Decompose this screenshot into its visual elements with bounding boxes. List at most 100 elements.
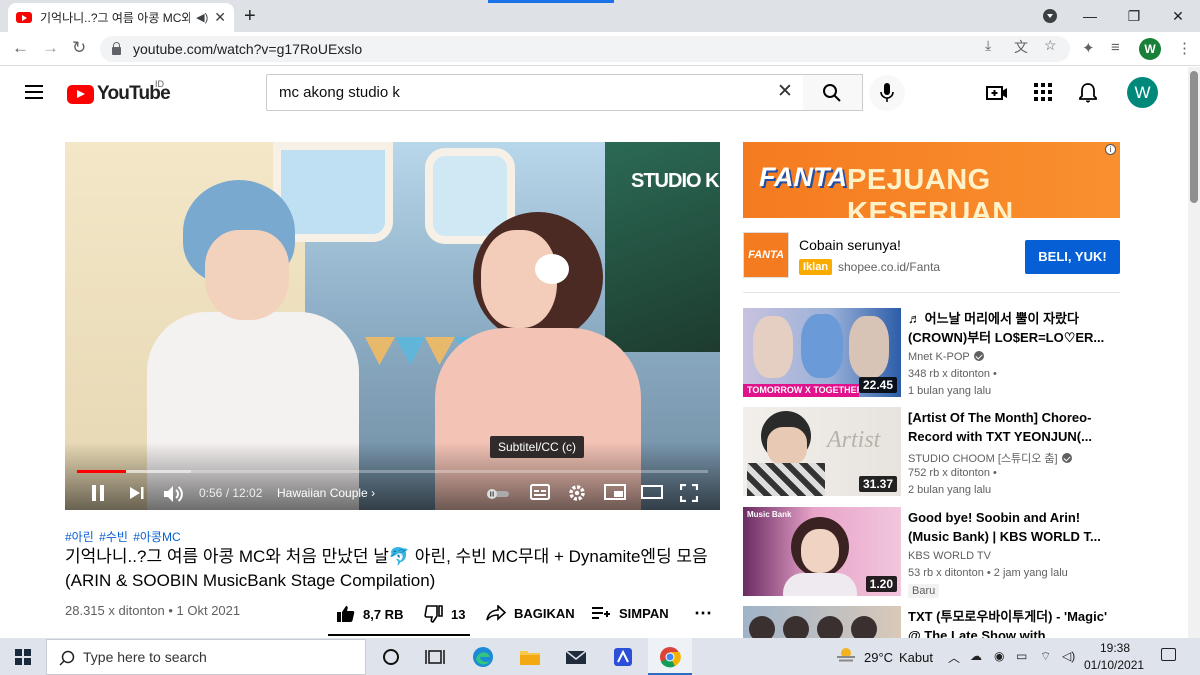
install-app-icon[interactable]: ⤓ [985,37,991,54]
taskbar-search-box[interactable]: Type here to search [46,639,366,675]
video-thumbnail[interactable] [743,606,901,638]
save-button[interactable]: SIMPAN [591,605,669,621]
translate-icon[interactable]: 文 [1014,37,1028,57]
like-button[interactable]: 8,7 RB [336,605,403,623]
video-player[interactable]: STUDIO K Subtitel/CC (c) 0:56 / 12:02 Ha… [65,142,720,510]
subtitles-tooltip: Subtitel/CC (c) [490,436,585,458]
ad-cta-button[interactable]: BELI, YUK! [1025,240,1120,274]
chapter-title[interactable]: Hawaiian Couple › [277,486,375,500]
like-count: 8,7 RB [363,606,404,622]
webcam-icon[interactable]: ◉ [994,649,1004,663]
apps-grid-icon[interactable] [1034,83,1052,101]
window-controls: — ❐ ✕ [1068,0,1200,32]
volume-icon[interactable] [163,484,185,504]
share-label: BAGIKAN [514,605,575,621]
back-arrow-icon[interactable]: ← [12,38,29,58]
mail-icon[interactable] [565,646,587,668]
restore-button[interactable]: ❐ [1112,8,1156,25]
onedrive-cloud-icon[interactable]: ☁ [970,649,982,663]
browser-profile-avatar[interactable]: W [1139,38,1161,60]
ad-headline[interactable]: Cobain serunya! [799,237,901,253]
wifi-icon[interactable]: ⌔ [1040,649,1051,664]
minimize-button[interactable]: — [1068,8,1112,24]
task-view-icon[interactable] [424,646,446,668]
pause-icon[interactable] [91,484,105,502]
browser-tab-active[interactable]: 기억나니..?그 여름 아콩 MC와 처음 만났던 날 ◀) ✕ [8,3,234,32]
recommended-video[interactable]: TOMORROW X TOGETHER 22.45 ♬ 어느날 머리에서 뿔이 … [743,308,1123,400]
next-video-icon[interactable] [129,484,145,502]
recommended-video[interactable]: Artist 31.37 [Artist Of The Month] Chore… [743,407,1123,499]
extensions-puzzle-icon[interactable]: ✦ [1082,39,1095,57]
youtube-account-avatar[interactable]: W [1127,77,1158,108]
reload-icon[interactable]: ↻ [72,38,86,58]
media-queue-icon[interactable]: ≡ [1111,39,1120,56]
tray-chevron-up-icon[interactable]: ︿ [948,649,960,666]
file-explorer-icon[interactable] [519,646,541,668]
ad-domain: shopee.co.id/Fanta [838,260,941,274]
recommended-video[interactable]: TXT (투모로우바이투게더) - 'Magic' @ The Late Sho… [743,606,1123,638]
tab-close-icon[interactable]: ✕ [214,9,226,26]
progress-played [77,470,127,473]
voice-search-button[interactable] [869,75,905,111]
tab-search-icon[interactable] [1043,9,1057,23]
battery-icon[interactable]: ▭ [1016,649,1027,663]
page-scrollbar[interactable] [1188,67,1200,638]
lock-icon[interactable] [112,42,121,55]
video-duration: 22.45 [858,377,897,393]
app-icon[interactable] [612,646,634,668]
video-thumbnail[interactable]: Artist 31.37 [743,407,901,496]
autoplay-toggle[interactable] [485,488,511,500]
weather-condition[interactable]: Kabut [899,650,933,665]
address-bar[interactable]: youtube.com/watch?v=g17RoUExslo [100,36,1070,62]
search-input[interactable]: mc akong studio k [266,74,804,111]
ad-banner[interactable]: FANTA PEJUANG KESERUAN i [743,142,1120,218]
clock-time[interactable]: 19:38 [1090,641,1140,655]
speaker-icon[interactable]: ◁) [1062,649,1075,663]
windows-start-icon[interactable] [15,649,31,665]
ad-advertiser-logo[interactable]: FANTA [743,232,789,278]
close-window-button[interactable]: ✕ [1156,8,1200,25]
notifications-bell-icon[interactable] [1079,83,1097,103]
ad-banner-slogan: PEJUANG KESERUAN [847,164,1014,218]
tab-audio-icon[interactable]: ◀) [196,11,208,24]
video-thumbnail[interactable]: TOMORROW X TOGETHER 22.45 [743,308,901,397]
browser-tab-strip: 기억나니..?그 여름 아콩 MC와 처음 만났던 날 ◀) ✕ + — ❐ ✕ [0,0,1200,32]
hashtag-link[interactable]: #수빈 [99,530,128,544]
channel-name[interactable]: Mnet K-POP [908,351,984,363]
miniplayer-icon[interactable] [604,484,626,500]
browser-menu-icon[interactable]: ⋮ [1177,39,1192,57]
hashtag-link[interactable]: #아콩MC [133,530,180,544]
weather-fog-icon[interactable] [836,647,856,663]
dislike-button[interactable]: 13 [424,605,465,623]
clear-search-icon[interactable]: ✕ [777,80,793,103]
forward-arrow-icon[interactable]: → [42,38,59,58]
hamburger-menu-icon[interactable] [25,85,43,99]
subtitles-cc-icon[interactable] [530,484,550,500]
chapter-chevron-icon: › [371,486,376,500]
video-frame-person [205,230,289,320]
weather-temperature[interactable]: 29°C [864,650,893,665]
new-tab-button[interactable]: + [244,5,256,28]
notification-center-icon[interactable] [1161,648,1176,661]
recommended-video[interactable]: Music Bank 1.20 Good bye! Soobin and Ari… [743,507,1123,599]
create-video-icon[interactable] [986,83,1008,103]
settings-gear-icon[interactable] [568,484,586,502]
ad-info-icon[interactable]: i [1105,144,1116,155]
search-button[interactable] [803,74,863,111]
fullscreen-icon[interactable] [680,484,698,502]
share-button[interactable]: BAGIKAN [486,605,575,621]
clock-date[interactable]: 01/10/2021 [1084,658,1144,672]
video-thumbnail[interactable]: Music Bank 1.20 [743,507,901,596]
channel-name[interactable]: STUDIO CHOOM [스튜디오 춤] [908,450,1072,466]
progress-bar[interactable] [77,470,708,473]
hashtag-link[interactable]: #아린 [65,530,94,544]
theater-mode-icon[interactable] [641,484,663,500]
more-actions-icon[interactable]: ⋯ [694,603,712,624]
cortana-icon[interactable] [380,646,402,668]
bookmark-star-icon[interactable]: ☆ [1044,37,1057,54]
channel-name[interactable]: KBS WORLD TV [908,550,991,562]
scrollbar-thumb[interactable] [1190,71,1198,203]
youtube-masthead: YouTube ID mc akong studio k ✕ W [0,67,1188,119]
edge-browser-icon[interactable] [472,646,494,668]
chrome-icon[interactable] [659,646,681,668]
